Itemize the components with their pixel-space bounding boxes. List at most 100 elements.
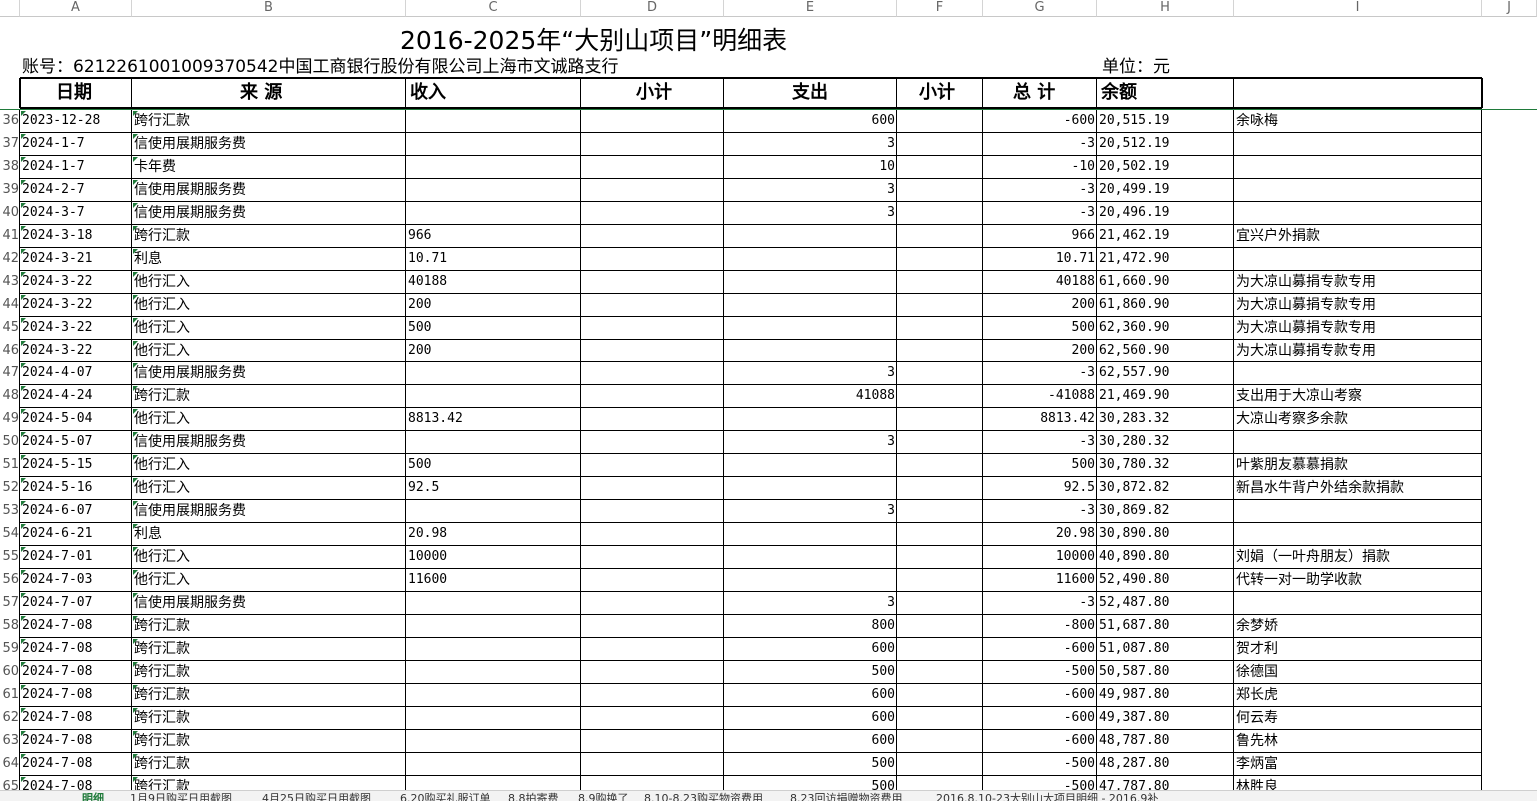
cell-date[interactable]: 2024-7-01 <box>20 546 132 569</box>
cell-subtotal[interactable] <box>897 408 983 431</box>
cell-subtotal[interactable] <box>897 202 983 225</box>
cell-total[interactable]: 10.71 <box>983 248 1097 271</box>
column-header-i[interactable]: I <box>1234 0 1482 17</box>
cell-expense[interactable]: 3 <box>724 431 897 454</box>
cell-balance[interactable]: 20,496.19 <box>1097 202 1234 225</box>
cell-expense[interactable] <box>724 225 897 248</box>
cell-subtotal[interactable] <box>581 408 724 431</box>
cell-total[interactable]: 10000 <box>983 546 1097 569</box>
cell-balance[interactable]: 20,499.19 <box>1097 179 1234 202</box>
cell-date[interactable]: 2024-3-22 <box>20 317 132 340</box>
cell-total[interactable]: 11600 <box>983 569 1097 592</box>
cell-expense[interactable]: 41088 <box>724 385 897 408</box>
cell-date[interactable]: 2024-3-22 <box>20 294 132 317</box>
cell-balance[interactable]: 30,872.82 <box>1097 477 1234 500</box>
cell-date[interactable]: 2024-1-7 <box>20 156 132 179</box>
column-header-f[interactable]: F <box>897 0 983 17</box>
cell-date[interactable]: 2023-12-28 <box>20 110 132 133</box>
cell-balance[interactable]: 21,462.19 <box>1097 225 1234 248</box>
cell-source[interactable]: 他行汇入 <box>132 454 406 477</box>
cell-subtotal[interactable] <box>897 385 983 408</box>
cell-balance[interactable]: 51,687.80 <box>1097 615 1234 638</box>
cell-income[interactable] <box>406 638 581 661</box>
cell-total[interactable]: -600 <box>983 684 1097 707</box>
sheet-tab[interactable]: 8.8拍寄费 <box>508 793 559 801</box>
cell-expense[interactable] <box>724 454 897 477</box>
cell-income[interactable] <box>406 615 581 638</box>
cell-income[interactable] <box>406 362 581 385</box>
cell-balance[interactable]: 30,280.32 <box>1097 431 1234 454</box>
cell-expense[interactable]: 10 <box>724 156 897 179</box>
cell-note[interactable]: 何云寿 <box>1234 707 1482 730</box>
cell-expense[interactable] <box>724 340 897 363</box>
cell-subtotal[interactable] <box>581 477 724 500</box>
cell-subtotal[interactable] <box>581 385 724 408</box>
cell-subtotal[interactable] <box>581 110 724 133</box>
cell-expense[interactable] <box>724 408 897 431</box>
cell-expense[interactable] <box>724 294 897 317</box>
cell-expense[interactable] <box>724 477 897 500</box>
cell-expense[interactable]: 500 <box>724 661 897 684</box>
cell-balance[interactable]: 62,560.90 <box>1097 340 1234 363</box>
cell-income[interactable] <box>406 684 581 707</box>
cell-date[interactable]: 2024-7-08 <box>20 615 132 638</box>
cell-note[interactable] <box>1234 523 1482 546</box>
cell-subtotal[interactable] <box>897 615 983 638</box>
cell-source[interactable]: 他行汇入 <box>132 477 406 500</box>
cell-total[interactable]: -3 <box>983 431 1097 454</box>
column-header-e[interactable]: E <box>724 0 897 17</box>
cell-note[interactable]: 支出用于大凉山考察 <box>1234 385 1482 408</box>
cell-income[interactable]: 11600 <box>406 569 581 592</box>
cell-subtotal[interactable] <box>581 546 724 569</box>
cell-balance[interactable]: 40,890.80 <box>1097 546 1234 569</box>
cell-income[interactable] <box>406 730 581 753</box>
cell-expense[interactable] <box>724 569 897 592</box>
cell-source[interactable]: 跨行汇款 <box>132 707 406 730</box>
cell-date[interactable]: 2024-5-07 <box>20 431 132 454</box>
cell-date[interactable]: 2024-4-07 <box>20 362 132 385</box>
cell-note[interactable] <box>1234 500 1482 523</box>
cell-income[interactable] <box>406 707 581 730</box>
cell-source[interactable]: 信使用展期服务费 <box>132 500 406 523</box>
cell-subtotal[interactable] <box>897 271 983 294</box>
cell-subtotal[interactable] <box>581 661 724 684</box>
cell-subtotal[interactable] <box>581 730 724 753</box>
cell-income[interactable]: 20.98 <box>406 523 581 546</box>
cell-balance[interactable]: 48,287.80 <box>1097 753 1234 776</box>
cell-source[interactable]: 跨行汇款 <box>132 684 406 707</box>
cell-date[interactable]: 2024-2-7 <box>20 179 132 202</box>
cell-income[interactable]: 10000 <box>406 546 581 569</box>
cell-date[interactable]: 2024-5-16 <box>20 477 132 500</box>
cell-subtotal[interactable] <box>581 431 724 454</box>
cell-income[interactable] <box>406 202 581 225</box>
cell-source[interactable]: 跨行汇款 <box>132 730 406 753</box>
cell-subtotal[interactable] <box>581 523 724 546</box>
cell-date[interactable]: 2024-1-7 <box>20 133 132 156</box>
cell-subtotal[interactable] <box>581 317 724 340</box>
cell-balance[interactable]: 30,780.32 <box>1097 454 1234 477</box>
cell-total[interactable]: -500 <box>983 661 1097 684</box>
cell-date[interactable]: 2024-7-08 <box>20 707 132 730</box>
cell-subtotal[interactable] <box>897 179 983 202</box>
cell-balance[interactable]: 49,387.80 <box>1097 707 1234 730</box>
cell-subtotal[interactable] <box>581 133 724 156</box>
cell-balance[interactable]: 21,469.90 <box>1097 385 1234 408</box>
cell-total[interactable]: -3 <box>983 202 1097 225</box>
cell-subtotal[interactable] <box>897 431 983 454</box>
cell-subtotal[interactable] <box>581 179 724 202</box>
cell-source[interactable]: 跨行汇款 <box>132 110 406 133</box>
cell-total[interactable]: 20.98 <box>983 523 1097 546</box>
cell-subtotal[interactable] <box>581 362 724 385</box>
cell-expense[interactable]: 600 <box>724 730 897 753</box>
cell-source[interactable]: 信使用展期服务费 <box>132 362 406 385</box>
column-header-b[interactable]: B <box>132 0 406 17</box>
cell-subtotal[interactable] <box>581 340 724 363</box>
cell-income[interactable] <box>406 592 581 615</box>
cell-source[interactable]: 信使用展期服务费 <box>132 179 406 202</box>
cell-subtotal[interactable] <box>581 638 724 661</box>
column-header-j[interactable]: J <box>1482 0 1537 17</box>
cell-income[interactable]: 40188 <box>406 271 581 294</box>
cell-subtotal[interactable] <box>897 500 983 523</box>
cell-total[interactable]: -600 <box>983 707 1097 730</box>
cell-expense[interactable]: 600 <box>724 638 897 661</box>
